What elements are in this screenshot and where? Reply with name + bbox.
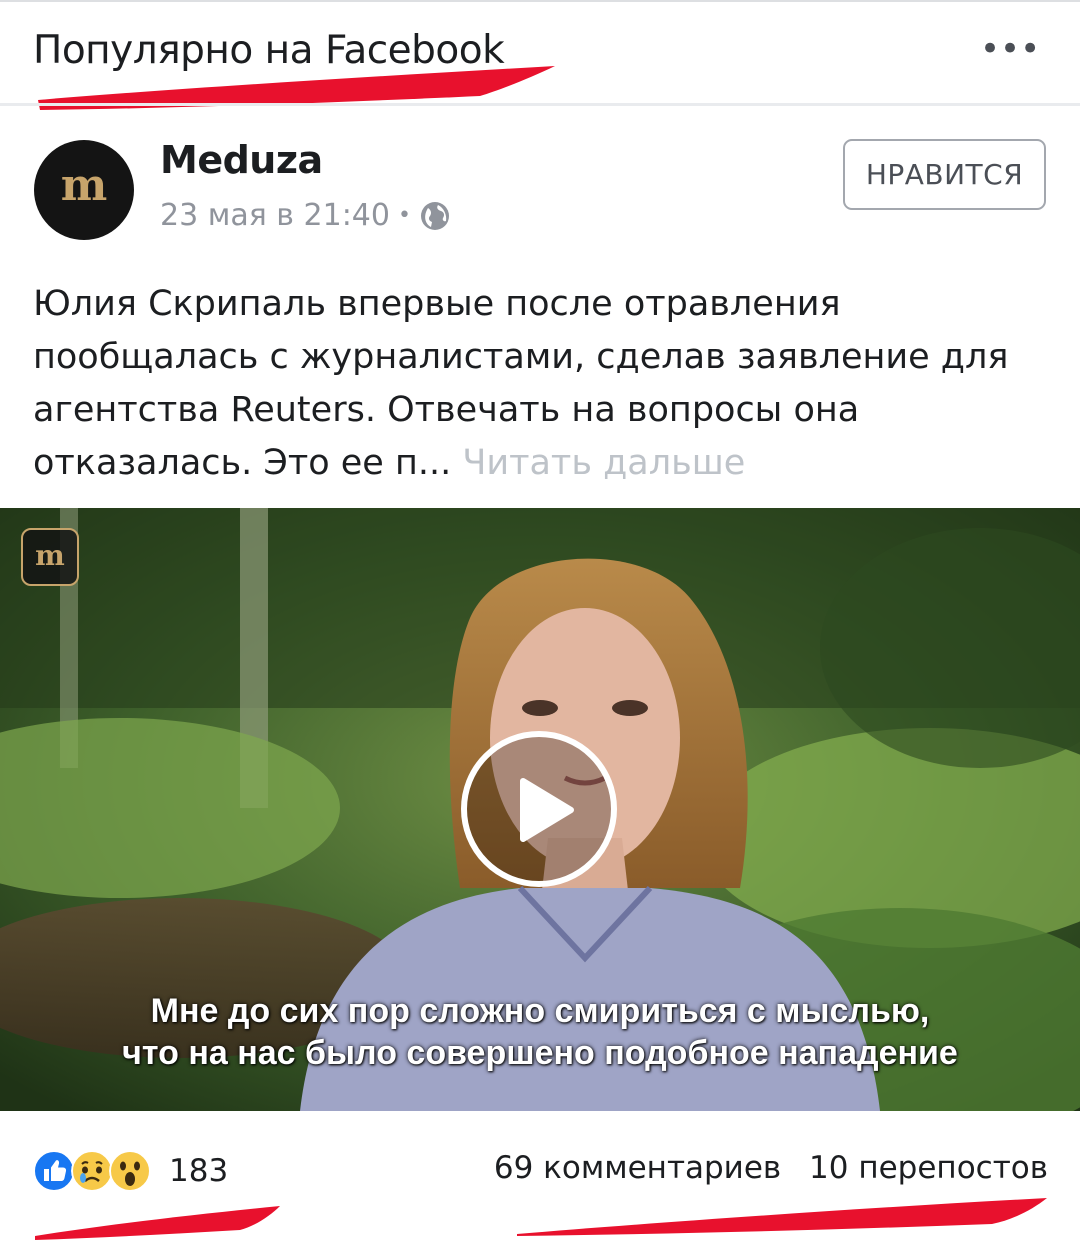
post-text: Юлия Скрипаль впервые после отравления п… [33,278,1053,490]
sad-reaction-icon [71,1150,113,1192]
reactions-summary[interactable]: 183 [33,1149,228,1193]
like-page-button[interactable]: НРАВИТСЯ [843,139,1046,210]
engagement-stats: 69 комментариев 10 перепостов [494,1150,1048,1186]
top-border [0,0,1080,2]
engagement-underline-highlight [517,1198,1047,1236]
globe-icon [420,201,449,230]
post-timestamp[interactable]: 23 мая в 21:40 [160,198,390,233]
more-options-button[interactable]: ••• [980,32,1040,74]
play-button[interactable] [461,731,617,887]
page-name-link[interactable]: Meduza [160,138,323,182]
meta-separator: • [397,203,411,228]
subtitle-line-1: Мне до сих пор сложно смириться с мыслью… [150,992,930,1030]
video-subtitle: Мне до сих пор сложно смириться с мыслью… [0,990,1080,1074]
subtitle-line-2: что на нас было совершено подобное напад… [122,1034,958,1072]
video-logo: m [21,528,79,586]
wow-reaction-icon [109,1150,151,1192]
post-meta: 23 мая в 21:40 • [160,198,451,233]
title-underline-highlight [38,66,555,110]
page-avatar[interactable]: m [34,140,134,240]
header-divider [0,103,1080,106]
like-reaction-icon [33,1150,75,1192]
play-icon [520,778,574,842]
reaction-count: 183 [169,1153,229,1189]
read-more-link[interactable]: Читать дальше [462,443,745,483]
shares-count[interactable]: 10 перепостов [809,1150,1048,1186]
reactions-underline-highlight [35,1206,280,1240]
comments-count[interactable]: 69 комментариев [494,1150,781,1186]
